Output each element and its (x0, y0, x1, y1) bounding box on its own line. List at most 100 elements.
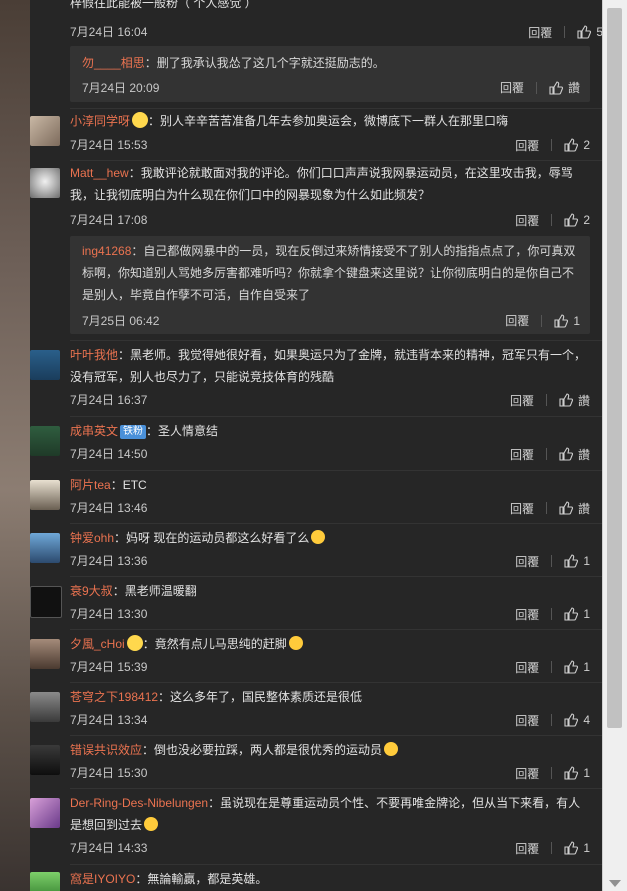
reply-button[interactable]: 回覆 (510, 446, 534, 463)
reply-actions: 回覆 1 (505, 312, 580, 329)
username[interactable]: 成串英文 (70, 424, 118, 438)
divider (70, 682, 603, 683)
thumbs-up-icon (559, 393, 573, 407)
avatar[interactable] (30, 350, 60, 380)
reply-button[interactable]: 回覆 (515, 606, 539, 623)
like-button[interactable]: 2 (564, 213, 590, 227)
username[interactable]: Der-Ring-Des-Nibelungen (70, 796, 208, 810)
reply-actions: 回覆 讚 (500, 79, 580, 96)
like-button[interactable]: 5 (577, 25, 603, 39)
comment-actions: 回覆 2 (515, 136, 590, 154)
username[interactable]: 苍穹之下198412 (70, 690, 158, 704)
thumbs-up-icon (564, 607, 579, 621)
reply-username[interactable]: ing41268 (82, 244, 131, 258)
reply-text: ：删了我承认我怂了这几个字就还挺励志的。 (144, 56, 385, 70)
avatar[interactable] (30, 168, 60, 198)
divider (70, 160, 603, 161)
reply-box: 勿____相思：删了我承认我怂了这几个字就还挺励志的。 7月24日 20:09 … (70, 46, 590, 102)
scrollbar-thumb[interactable] (607, 8, 622, 728)
comment-actions: 回覆 讚 (510, 445, 590, 463)
comment-actions: 回覆 讚 (510, 391, 590, 409)
reply-text: ：自己都做网暴中的一员，现在反倒过来矫情接受不了别人的指指点点了，你可真双标啊，… (82, 244, 576, 302)
comment-content: Der-Ring-Des-Nibelungen：虽说现在是尊重运动员个性、不要再… (70, 792, 590, 836)
reply-button[interactable]: 回覆 (528, 24, 552, 41)
comment-actions: 回覆 4 (515, 711, 590, 729)
comment-item: 夕風_cHoi ：竟然有点儿马思纯的赶脚 7月24日 15:39 回覆 1 (30, 635, 590, 679)
divider (551, 608, 553, 620)
comment-text: ：竟然有点儿马思纯的赶脚 (142, 637, 287, 651)
scrollbar[interactable] (602, 0, 627, 891)
comment-item: 钟爱ohh：妈呀 现在的运动员都这么好看了么 7月24日 13:36 回覆 1 (30, 530, 590, 573)
divider (535, 81, 537, 94)
comment-time: 7月24日 15:53 (70, 138, 148, 152)
divider (551, 661, 553, 673)
like-button[interactable]: 1 (564, 766, 590, 780)
divider (545, 502, 547, 514)
avatar[interactable] (30, 533, 60, 563)
username[interactable]: 阿片tea (70, 478, 111, 492)
comment-time: 7月24日 14:50 (70, 447, 148, 461)
emoji-icon (144, 817, 159, 831)
avatar[interactable] (30, 692, 60, 722)
avatar[interactable] (30, 872, 60, 891)
thumbs-up-icon (564, 766, 579, 780)
like-button[interactable]: 2 (564, 138, 590, 152)
avatar[interactable] (30, 480, 60, 510)
avatar[interactable] (30, 798, 60, 828)
reply-button[interactable]: 回覆 (500, 79, 524, 96)
comment-content: 阿片tea：ETC (70, 474, 590, 496)
like-button[interactable]: 讚 (559, 446, 590, 463)
avatar[interactable] (30, 639, 60, 669)
background-left (0, 0, 30, 891)
reply-button[interactable]: 回覆 (515, 212, 539, 229)
divider (70, 864, 603, 865)
reply-button[interactable]: 回覆 (515, 840, 539, 857)
fan-badge: 铁粉 (120, 425, 147, 439)
divider (551, 139, 553, 151)
like-button[interactable]: 1 (564, 554, 590, 568)
username[interactable]: 小淳同学呀 (70, 114, 130, 128)
username[interactable]: 叶叶我他 (70, 348, 118, 362)
like-count: 2 (583, 213, 590, 227)
comment-time: 7月24日 13:30 (70, 607, 148, 621)
avatar[interactable] (30, 586, 62, 618)
comment-actions: 回覆 1 (515, 605, 590, 623)
reply-username[interactable]: 勿____相思 (82, 56, 145, 70)
divider (541, 314, 543, 327)
avatar[interactable] (30, 116, 60, 146)
username[interactable]: 衰9大叔 (70, 584, 113, 598)
like-button[interactable]: 1 (564, 607, 590, 621)
comment-text: ：别人辛辛苦苦准备几年去参加奥运会，微博底下一群人在那里口嗨 (148, 114, 509, 128)
divider (551, 767, 553, 779)
like-button[interactable]: 讚 (559, 392, 590, 409)
reply-button[interactable]: 回覆 (510, 392, 534, 409)
avatar[interactable] (30, 745, 60, 775)
like-button[interactable]: 4 (564, 713, 590, 727)
comment-time: 7月24日 14:33 (70, 841, 148, 855)
username[interactable]: 钟爱ohh (70, 531, 114, 545)
username[interactable]: 窩是IYOIYO (70, 872, 135, 886)
reply-button[interactable]: 回覆 (510, 500, 534, 517)
reply-button[interactable]: 回覆 (515, 137, 539, 154)
username[interactable]: 错误共识效应 (70, 743, 142, 757)
scroll-down-icon[interactable] (609, 880, 621, 887)
reply-time: 7月25日 06:42 (82, 314, 160, 328)
like-button[interactable]: 讚 (549, 79, 580, 96)
comment-text: ：黑老师。我觉得她很好看，如果奥运只为了金牌，就违背本来的精神，冠军只有一个，没… (70, 348, 587, 384)
reply-button[interactable]: 回覆 (515, 712, 539, 729)
reply-button[interactable]: 回覆 (515, 765, 539, 782)
comment-text: ：圣人情意结 (146, 424, 219, 438)
comment-item: Der-Ring-Des-Nibelungen：虽说现在是尊重运动员个性、不要再… (30, 796, 590, 858)
like-button[interactable]: 1 (564, 660, 590, 674)
like-button[interactable]: 1 (564, 841, 590, 855)
username[interactable]: 夕風_cHoi (70, 637, 125, 651)
avatar[interactable] (30, 426, 60, 456)
divider (70, 735, 603, 736)
reply-button[interactable]: 回覆 (515, 553, 539, 570)
username[interactable]: Matt__hew (70, 166, 129, 180)
like-button[interactable]: 讚 (559, 500, 590, 517)
like-button[interactable]: 1 (554, 314, 580, 328)
reply-button[interactable]: 回覆 (505, 312, 529, 329)
thumbs-up-icon (549, 80, 563, 95)
reply-button[interactable]: 回覆 (515, 659, 539, 676)
